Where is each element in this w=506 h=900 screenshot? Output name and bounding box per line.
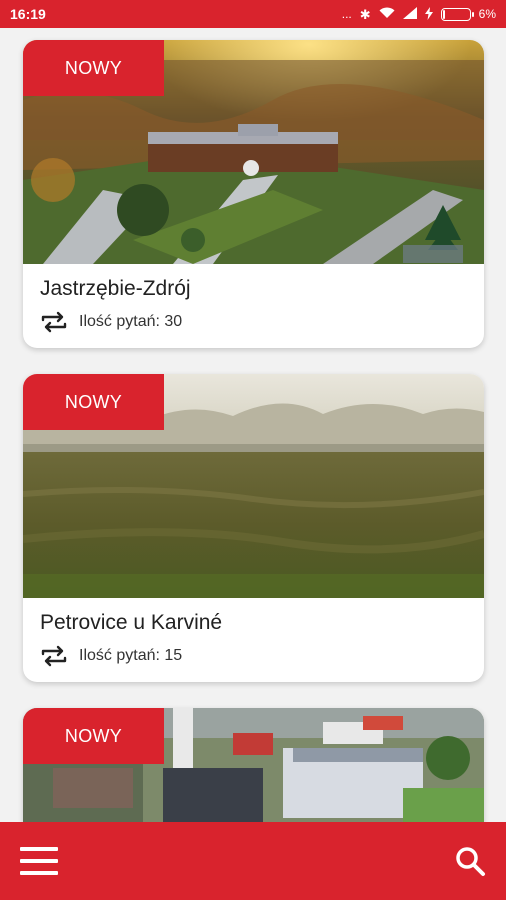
signal-icon	[402, 7, 417, 21]
battery-percent: 6%	[478, 7, 496, 21]
card-meta: Ilość pytań: 15	[40, 644, 467, 668]
new-badge: NOWY	[23, 708, 164, 764]
new-badge: NOWY	[23, 40, 164, 96]
status-time: 16:19	[10, 6, 46, 22]
card-body: Jastrzębie-Zdrój Ilość pytań: 30	[23, 264, 484, 348]
swap-icon	[41, 311, 67, 333]
status-bar: 16:19 ... ✱ 6%	[0, 0, 506, 28]
city-card-jastrzebie[interactable]: NOWY Jastrzębie-Zdrój Ilość pytań: 30	[23, 40, 484, 348]
wifi-icon	[379, 7, 395, 21]
question-count: Ilość pytań: 30	[79, 313, 183, 330]
card-title: Petrovice u Karviné	[40, 611, 223, 634]
charging-icon	[424, 6, 433, 22]
menu-icon[interactable]	[20, 847, 58, 875]
card-image[interactable]: NOWY	[23, 40, 484, 264]
status-icons: ... ✱ 6%	[341, 6, 496, 22]
card-body: Petrovice u Karviné Ilość pytań: 15	[23, 598, 484, 682]
card-list[interactable]: NOWY Jastrzębie-Zdrój Ilość pytań: 30 NO…	[0, 28, 506, 822]
card-meta: Ilość pytań: 30	[40, 310, 467, 334]
battery-icon	[440, 7, 474, 21]
city-card-third[interactable]: NOWY	[23, 708, 484, 822]
search-icon[interactable]	[454, 845, 486, 877]
status-dots: ...	[341, 7, 352, 21]
card-image[interactable]: NOWY	[23, 708, 484, 822]
city-card-petrovice[interactable]: NOWY Petrovice u Karviné Ilość pytań: 15	[23, 374, 484, 682]
bluetooth-icon: ✱	[359, 6, 371, 22]
swap-icon	[41, 645, 67, 667]
question-count: Ilość pytań: 15	[79, 647, 183, 664]
new-badge: NOWY	[23, 374, 164, 430]
bottom-bar	[0, 822, 506, 900]
card-image[interactable]: NOWY	[23, 374, 484, 598]
card-title: Jastrzębie-Zdrój	[40, 277, 191, 300]
